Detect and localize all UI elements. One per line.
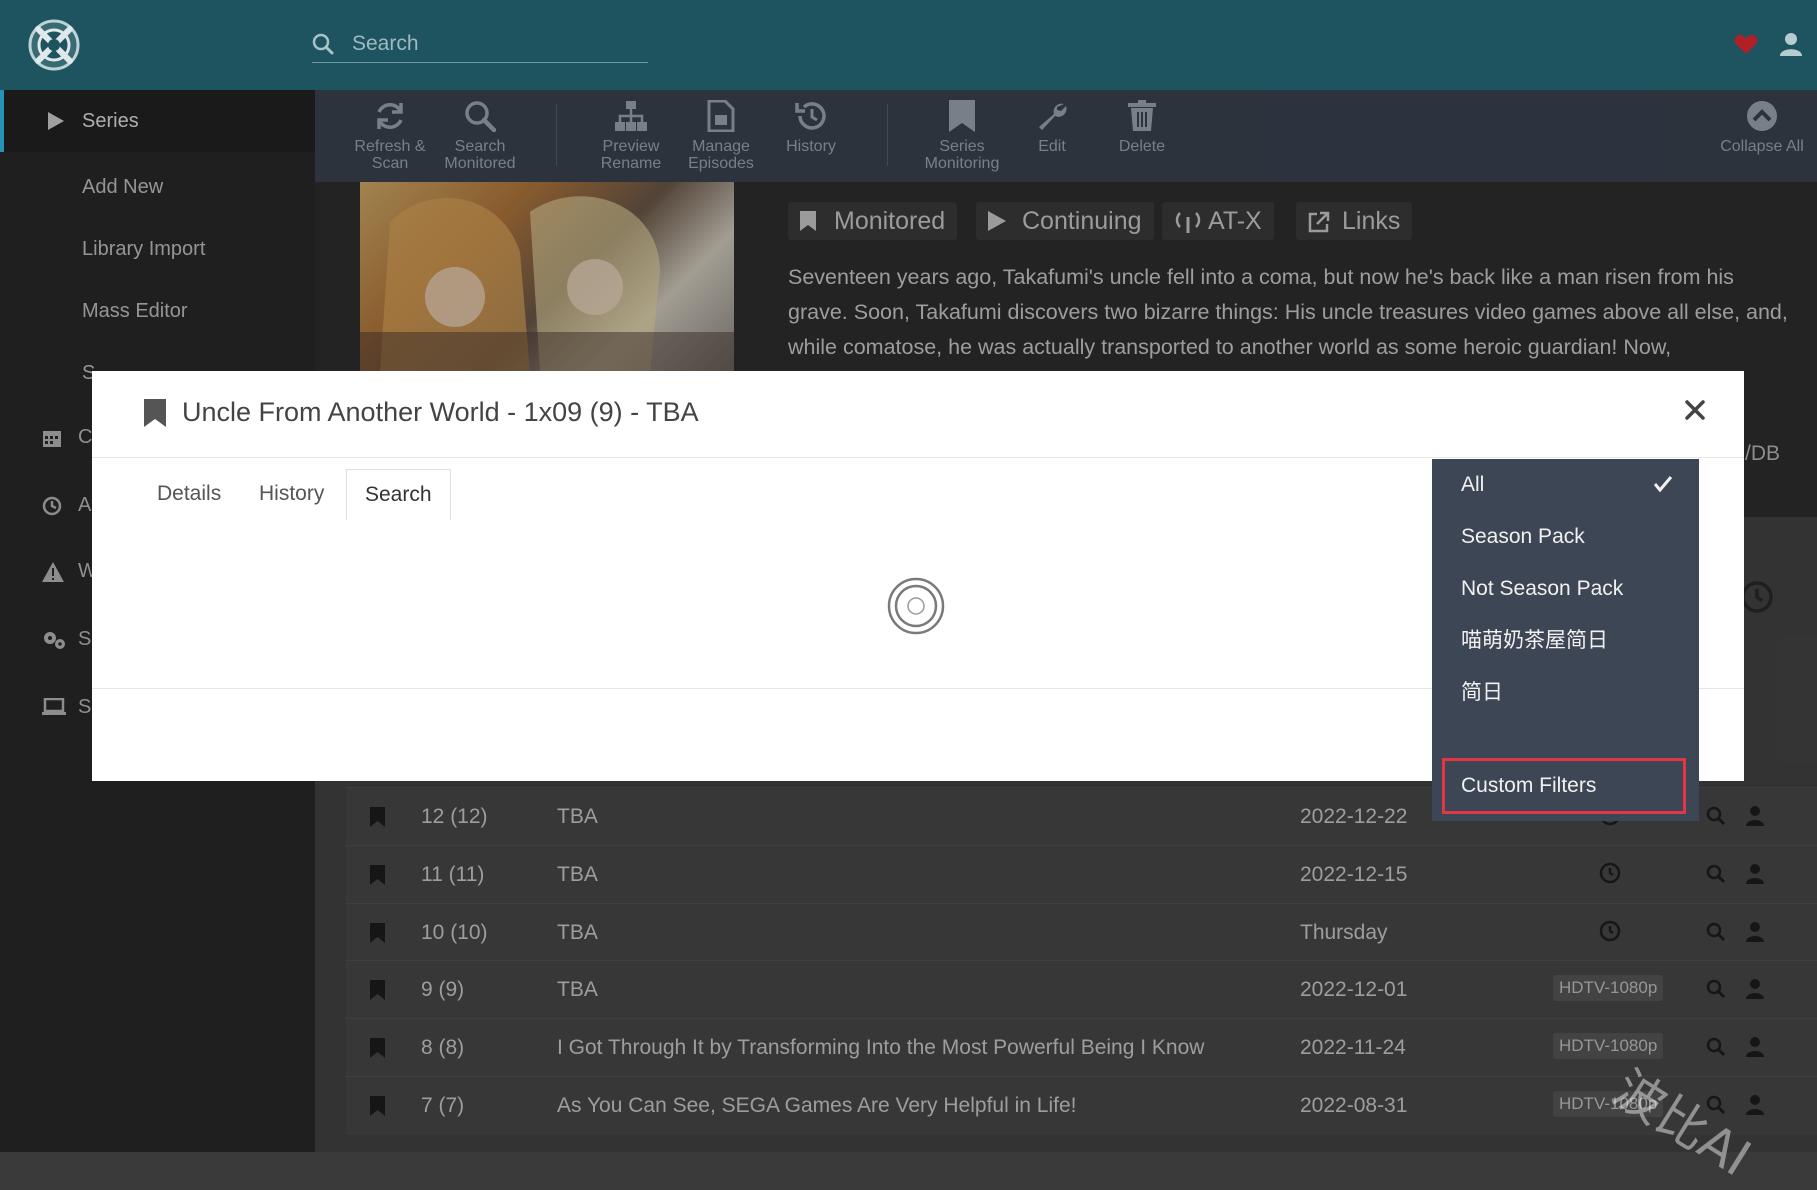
- modal-divider: [92, 457, 1744, 458]
- top-header: [0, 0, 1817, 90]
- search-box[interactable]: [312, 26, 648, 63]
- tab-details[interactable]: Details: [139, 469, 239, 519]
- filter-option-not-season-pack[interactable]: Not Season Pack: [1432, 563, 1699, 615]
- tab-search[interactable]: Search: [346, 469, 451, 521]
- search-icon: [312, 33, 334, 55]
- bookmark-icon[interactable]: [144, 399, 166, 427]
- user-icon[interactable]: [1780, 32, 1802, 56]
- search-input[interactable]: [350, 28, 644, 60]
- filter-option-season-pack[interactable]: Season Pack: [1432, 511, 1699, 563]
- close-icon[interactable]: [1680, 395, 1710, 425]
- filter-option-all[interactable]: All: [1432, 459, 1699, 511]
- highlight-box: [1442, 758, 1686, 814]
- modal-title: Uncle From Another World - 1x09 (9) - TB…: [182, 397, 699, 427]
- filter-option-custom-1[interactable]: 喵萌奶茶屋简日: [1432, 615, 1699, 667]
- filter-menu: All Season Pack Not Season Pack 喵萌奶茶屋简日 …: [1432, 459, 1699, 821]
- heart-icon[interactable]: [1734, 33, 1758, 55]
- filter-option-custom-2[interactable]: 简日: [1432, 667, 1699, 719]
- checkmark-icon: [1653, 476, 1673, 493]
- loading-spinner-icon: [887, 577, 945, 635]
- tab-history[interactable]: History: [241, 469, 342, 519]
- filter-option-label: All: [1461, 473, 1485, 496]
- app-logo-icon[interactable]: [28, 19, 80, 71]
